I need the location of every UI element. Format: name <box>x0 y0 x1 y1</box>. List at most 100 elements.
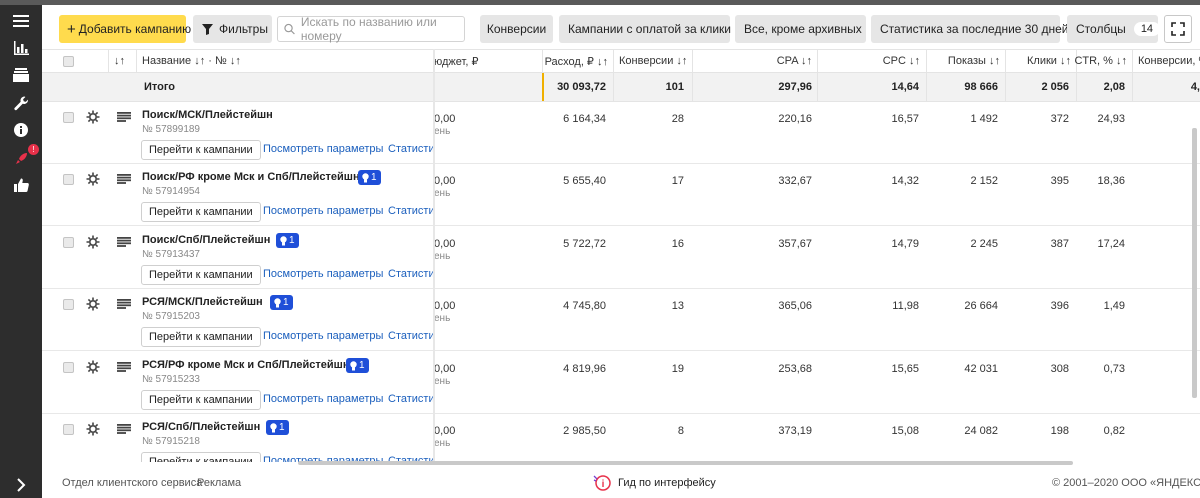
goto-campaign-button[interactable]: Перейти к кампании <box>141 202 261 222</box>
table-row: Поиск/РФ кроме Мск и Спб/Плейстейшн 1 № 57… <box>42 164 1200 226</box>
info-icon[interactable] <box>11 120 31 140</box>
gear-icon[interactable] <box>86 110 100 124</box>
campaign-name[interactable]: Поиск/РФ кроме Мск и Спб/Плейстейшн <box>142 171 360 183</box>
stats-link[interactable]: Статисти <box>388 268 435 280</box>
goto-campaign-button[interactable]: Перейти к кампании <box>141 327 261 347</box>
row-checkbox[interactable] <box>63 424 74 435</box>
chevron-right-icon[interactable] <box>11 475 31 495</box>
header-clicks[interactable]: Клики ↓↑ <box>1005 50 1071 72</box>
search-icon <box>284 23 295 35</box>
columns-label: Столбцы <box>1076 22 1126 36</box>
wrench-icon[interactable] <box>11 93 31 113</box>
search-placeholder: Искать по названию или номеру <box>300 15 437 43</box>
footer: Отдел клиентского сервиса Реклама i Гид … <box>42 467 1200 498</box>
header-spend[interactable]: Расход, ₽ ↓↑ <box>542 50 608 72</box>
recommendation-badge[interactable]: 1 <box>346 358 369 373</box>
gear-icon[interactable] <box>86 172 100 186</box>
cpa-cell: 332,67 <box>778 175 812 187</box>
gear-icon[interactable] <box>86 297 100 311</box>
goto-campaign-button[interactable]: Перейти к кампании <box>141 265 261 285</box>
ctr-cell: 0,82 <box>1103 425 1125 437</box>
table-row: РСЯ/МСК/Плейстейшн 1 № 57915203 Перейти к к… <box>42 289 1200 351</box>
campaign-name[interactable]: РСЯ/Спб/Плейстейшн <box>142 421 260 433</box>
add-campaign-label: Добавить кампанию <box>78 22 192 36</box>
cpa-cell: 373,19 <box>778 425 812 437</box>
header-ctr[interactable]: CTR, % ↓↑ <box>1074 50 1127 72</box>
header-cpc[interactable]: CPC ↓↑ <box>817 50 920 72</box>
search-input[interactable]: Искать по названию или номеру <box>277 15 465 43</box>
row-checkbox[interactable] <box>63 237 74 248</box>
goto-campaign-button[interactable]: Перейти к кампании <box>141 390 261 410</box>
header-name[interactable]: Название ↓↑ · № ↓↑ <box>142 50 241 72</box>
row-checkbox[interactable] <box>63 362 74 373</box>
gear-icon[interactable] <box>86 235 100 249</box>
bar-chart-icon[interactable] <box>11 38 31 58</box>
recommendation-badge[interactable]: 1 <box>270 295 293 310</box>
view-params-link[interactable]: Посмотреть параметры <box>263 268 383 280</box>
header-cpa[interactable]: CPA ↓↑ <box>692 50 812 72</box>
ads-link[interactable]: Реклама <box>197 477 241 489</box>
fullscreen-button[interactable] <box>1164 15 1192 43</box>
ctr-cell: 17,24 <box>1097 238 1125 250</box>
view-params-link[interactable]: Посмотреть параметры <box>263 143 383 155</box>
gear-icon[interactable] <box>86 360 100 374</box>
header-budget[interactable]: юджет, ₽ <box>434 50 478 72</box>
totals-row: Итого 30 093,72 101 297,96 14,64 98 666 … <box>42 73 1200 102</box>
view-params-link[interactable]: Посмотреть параметры <box>263 205 383 217</box>
campaign-name[interactable]: РСЯ/МСК/Плейстейшн <box>142 296 263 308</box>
campaign-name[interactable]: Поиск/МСК/Плейстейшн <box>142 109 273 121</box>
list-icon[interactable] <box>117 299 131 309</box>
totals-cpa: 297,96 <box>778 81 812 93</box>
recommendation-badge[interactable]: 1 <box>358 170 381 185</box>
svg-text:i: i <box>602 479 605 490</box>
interface-guide-link[interactable]: i Гид по интерфейсу <box>592 473 716 493</box>
campaign-name[interactable]: РСЯ/РФ кроме Мск и Спб/Плейстейшн <box>142 359 350 371</box>
filters-button[interactable]: Фильтры <box>193 15 272 43</box>
header-priority[interactable]: ↓↑ <box>114 50 125 72</box>
spend-cell: 4 745,80 <box>563 300 606 312</box>
campaigns-table: ↓↑ Название ↓↑ · № ↓↑ юджет, ₽ Расход, ₽… <box>42 49 1200 462</box>
menu-icon[interactable] <box>11 11 31 31</box>
list-icon[interactable] <box>117 362 131 372</box>
recommendation-badge[interactable]: 1 <box>276 233 299 248</box>
conversions-button[interactable]: Конверсии <box>480 15 553 43</box>
totals-label: Итого <box>144 81 176 93</box>
list-icon[interactable] <box>117 237 131 247</box>
campaign-name[interactable]: Поиск/Спб/Плейстейшн <box>142 234 270 246</box>
recommendation-badge[interactable]: 1 <box>266 420 289 435</box>
add-campaign-button[interactable]: + Добавить кампанию <box>59 15 191 43</box>
select-all-checkbox[interactable] <box>63 56 74 67</box>
columns-button[interactable]: Столбцы 14 <box>1067 15 1161 43</box>
stats-link[interactable]: Статисти <box>388 393 435 405</box>
horizontal-scrollbar[interactable] <box>298 461 1073 465</box>
rocket-icon[interactable]: ! <box>11 144 39 168</box>
stats-link[interactable]: Статисти <box>388 330 435 342</box>
list-icon[interactable] <box>117 174 131 184</box>
archive-dropdown[interactable]: Все, кроме архивных <box>735 15 866 43</box>
client-service-link[interactable]: Отдел клиентского сервиса <box>62 477 202 489</box>
header-conv-rate[interactable]: Конверсии, % <box>1138 50 1200 72</box>
budget-value: 0,00 <box>434 300 456 312</box>
notification-badge: ! <box>28 144 39 155</box>
header-impressions[interactable]: Показы ↓↑ <box>926 50 1000 72</box>
cpc-cell: 14,32 <box>891 175 919 187</box>
row-checkbox[interactable] <box>63 299 74 310</box>
gear-icon[interactable] <box>86 422 100 436</box>
thumbs-up-icon[interactable] <box>11 175 31 195</box>
list-icon[interactable] <box>117 424 131 434</box>
row-checkbox[interactable] <box>63 112 74 123</box>
vertical-scrollbar[interactable] <box>1192 128 1197 398</box>
stats-link[interactable]: Статисти <box>388 143 435 155</box>
totals-conv-rate: 4, <box>1190 81 1200 93</box>
period-dropdown[interactable]: Статистика за последние 30 дней <box>871 15 1068 43</box>
header-conversions[interactable]: Конверсии ↓↑ <box>619 50 687 72</box>
view-params-link[interactable]: Посмотреть параметры <box>263 330 383 342</box>
row-checkbox[interactable] <box>63 174 74 185</box>
view-params-link[interactable]: Посмотреть параметры <box>263 393 383 405</box>
goto-campaign-button[interactable]: Перейти к кампании <box>141 140 261 160</box>
list-icon[interactable] <box>117 112 131 122</box>
stats-link[interactable]: Статисти <box>388 205 435 217</box>
layers-icon[interactable] <box>11 65 31 85</box>
goto-campaign-button[interactable]: Перейти к кампании <box>141 452 261 462</box>
pay-type-dropdown[interactable]: Кампании с оплатой за клики <box>559 15 731 43</box>
